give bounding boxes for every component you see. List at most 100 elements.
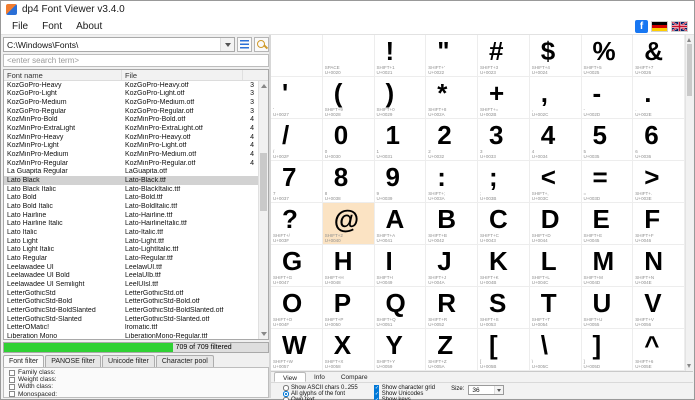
font-row[interactable]: LetterGothicStd-Bold LetterGothicStd-Bol… (4, 297, 258, 306)
title-bar[interactable]: dp4 Font Viewer v3.4.0 (1, 1, 694, 18)
glyph-cell[interactable]: J SHIFT+J U+004A (426, 245, 478, 287)
search-input[interactable] (3, 54, 269, 67)
glyph-cell[interactable]: . . U+002E (633, 77, 685, 119)
glyph-cell[interactable]: ' ' U+0027 (271, 77, 323, 119)
glyph-cell[interactable]: # SHIFT+3 U+0023 (478, 35, 530, 77)
glyph-cell[interactable]: 6 6 U+0036 (633, 119, 685, 161)
column-header-file[interactable]: File (122, 70, 243, 80)
checkbox-show-character-grid[interactable] (373, 385, 380, 391)
font-row[interactable]: KozMinPro-Medium KozMinPro-Medium.otf 4 (4, 150, 258, 159)
glyph-cell[interactable]: ? SHIFT+/ U+003F (271, 203, 323, 245)
glyph-cell[interactable]: R SHIFT+R U+0052 (426, 287, 478, 329)
glyph-cell[interactable]: [ [ U+005B (478, 329, 530, 371)
glyph-cell[interactable]: - - U+002D (581, 77, 634, 119)
glyph-cell[interactable]: $ SHIFT+4 U+0024 (529, 35, 582, 77)
scrollbar-thumb[interactable] (687, 44, 692, 96)
glyph-cell[interactable]: , , U+002C (529, 77, 582, 119)
glyph-cell[interactable]: 2 2 U+0032 (426, 119, 478, 161)
radio-all-glyphs-of-the-font[interactable] (283, 391, 289, 397)
font-row[interactable]: KozMinPro-Bold KozMinPro-Bold.otf 4 (4, 116, 258, 125)
menu-item-about[interactable]: About (69, 19, 109, 34)
glyph-cell[interactable]: H SHIFT+H U+0048 (322, 245, 375, 287)
glyph-cell[interactable]: X SHIFT+X U+0058 (322, 329, 375, 371)
checkbox-show-unicodes[interactable] (373, 391, 380, 397)
font-row[interactable]: KozGoPro-Light KozGoPro-Light.otf 3 (4, 90, 258, 99)
glyph-cell[interactable]: ( SHIFT+9 U+0028 (322, 77, 375, 119)
glyph-cell[interactable]: > SHIFT+. U+003E (633, 161, 685, 203)
checkbox-monospaced[interactable] (9, 391, 15, 398)
glyph-cell[interactable]: N SHIFT+N U+004E (633, 245, 685, 287)
glyph-cell[interactable]: 9 9 U+0039 (374, 161, 427, 203)
scroll-down-icon[interactable] (261, 332, 267, 336)
font-row[interactable]: Leelawadee UI LeelawUI.ttf (4, 263, 258, 272)
font-row[interactable]: Lato Bold Italic Lato-BoldItalic.ttf (4, 202, 258, 211)
font-row[interactable]: Lato Hairline Lato-Hairline.ttf (4, 211, 258, 220)
font-row[interactable]: KozMinPro-Light KozMinPro-Light.otf 4 (4, 142, 258, 151)
glyph-cell[interactable]: D SHIFT+D U+0044 (529, 203, 582, 245)
chevron-down-icon[interactable] (494, 386, 504, 394)
path-dropdown-button[interactable] (220, 38, 234, 51)
scroll-up-icon[interactable] (261, 84, 267, 88)
scroll-up-icon[interactable] (687, 38, 691, 42)
glyph-cell[interactable]: < SHIFT+, U+003C (529, 161, 582, 203)
font-path-combobox[interactable]: C:\Windows\Fonts\ (3, 37, 235, 52)
tab-character-pool[interactable]: Character pool (155, 355, 214, 367)
glyph-cell[interactable]: S SHIFT+S U+0053 (478, 287, 530, 329)
glyph-cell[interactable]: P SHIFT+P U+0050 (322, 287, 375, 329)
font-row[interactable]: Leelawadee UI Bold LeelaUIb.ttf (4, 271, 258, 280)
glyph-cell[interactable]: ! SHIFT+1 U+0021 (374, 35, 427, 77)
glyph-cell[interactable]: " SHIFT+' U+0022 (426, 35, 478, 77)
glyph-cell[interactable]: M SHIFT+M U+004D (581, 245, 634, 287)
font-row[interactable]: LetterGothicStd-BoldSlanted LetterGothic… (4, 306, 258, 315)
glyph-cell[interactable]: \ \ U+005C (529, 329, 582, 371)
facebook-icon[interactable] (635, 19, 648, 33)
font-row[interactable]: LetterOMatic! lromatic.ttf (4, 323, 258, 332)
glyph-cell[interactable]: Y SHIFT+Y U+0059 (374, 329, 427, 371)
glyph-cell[interactable]: ; ; U+003B (478, 161, 530, 203)
font-row[interactable]: Liberation Mono LiberationMono-Regular.t… (4, 332, 258, 339)
scrollbar-thumb[interactable] (260, 153, 267, 211)
column-header-font-name[interactable]: Font name (4, 70, 122, 80)
glyph-cell[interactable]: Q SHIFT+Q U+0051 (374, 287, 427, 329)
glyph-cell[interactable]: U SHIFT+U U+0055 (581, 287, 634, 329)
checkbox-weight-class[interactable] (9, 376, 15, 383)
glyph-cell[interactable]: B SHIFT+B U+0042 (426, 203, 478, 245)
size-select[interactable]: 36 (468, 385, 505, 395)
scroll-down-icon[interactable] (687, 364, 691, 368)
glyph-grid-scrollbar[interactable] (685, 35, 693, 371)
glyph-cell[interactable]: K SHIFT+K U+004B (478, 245, 530, 287)
glyph-cell[interactable]: T SHIFT+T U+0054 (529, 287, 582, 329)
font-row[interactable]: KozGoPro-Heavy KozGoPro-Heavy.otf 3 (4, 81, 258, 90)
tab-font-filter[interactable]: Font filter (3, 355, 45, 367)
tab-unicode-filter[interactable]: Unicode filter (102, 355, 155, 367)
checkbox-width-class[interactable] (9, 383, 15, 390)
font-row[interactable]: Lato Italic Lato-Italic.ttf (4, 228, 258, 237)
glyph-cell[interactable]: 0 0 U+0030 (322, 119, 375, 161)
font-row[interactable]: LetterGothicStd LetterGothicStd.otf (4, 289, 258, 298)
glyph-cell[interactable]: W SHIFT+W U+0057 (271, 329, 323, 371)
glyph-cell[interactable]: G SHIFT+G U+0047 (271, 245, 323, 287)
font-row[interactable]: La Guapita Regular LaGuapita.otf (4, 168, 258, 177)
glyph-cell[interactable]: Z SHIFT+Z U+005A (426, 329, 478, 371)
font-row[interactable]: Lato Bold Lato-Bold.ttf (4, 194, 258, 203)
tab-compare[interactable]: Compare (333, 372, 376, 382)
glyph-cell[interactable] (271, 35, 323, 77)
glyph-cell[interactable]: 3 3 U+0033 (478, 119, 530, 161)
glyph-cell[interactable]: * SHIFT+8 U+002A (426, 77, 478, 119)
tab-view[interactable]: View (274, 372, 306, 382)
menu-item-font[interactable]: Font (35, 19, 69, 34)
glyph-cell[interactable]: SPACE U+0020 (322, 35, 375, 77)
glyph-cell[interactable]: & SHIFT+7 U+0026 (633, 35, 685, 77)
font-row[interactable]: Lato Regular Lato-Regular.ttf (4, 254, 258, 263)
glyph-cell[interactable]: ^ SHIFT+6 U+005E (633, 329, 685, 371)
glyph-cell[interactable]: 7 7 U+0037 (271, 161, 323, 203)
font-row[interactable]: Lato Light Lato-Light.ttf (4, 237, 258, 246)
glyph-cell[interactable]: V SHIFT+V U+0056 (633, 287, 685, 329)
uk-flag-icon[interactable] (671, 20, 688, 32)
font-row[interactable]: Lato Black Italic Lato-BlackItalic.ttf (4, 185, 258, 194)
glyph-cell[interactable]: 1 1 U+0031 (374, 119, 427, 161)
glyph-cell[interactable]: % SHIFT+5 U+0025 (581, 35, 634, 77)
glyph-cell[interactable]: 5 5 U+0035 (581, 119, 634, 161)
glyph-cell[interactable]: 4 4 U+0034 (529, 119, 582, 161)
glyph-cell[interactable]: ] ] U+005D (581, 329, 634, 371)
